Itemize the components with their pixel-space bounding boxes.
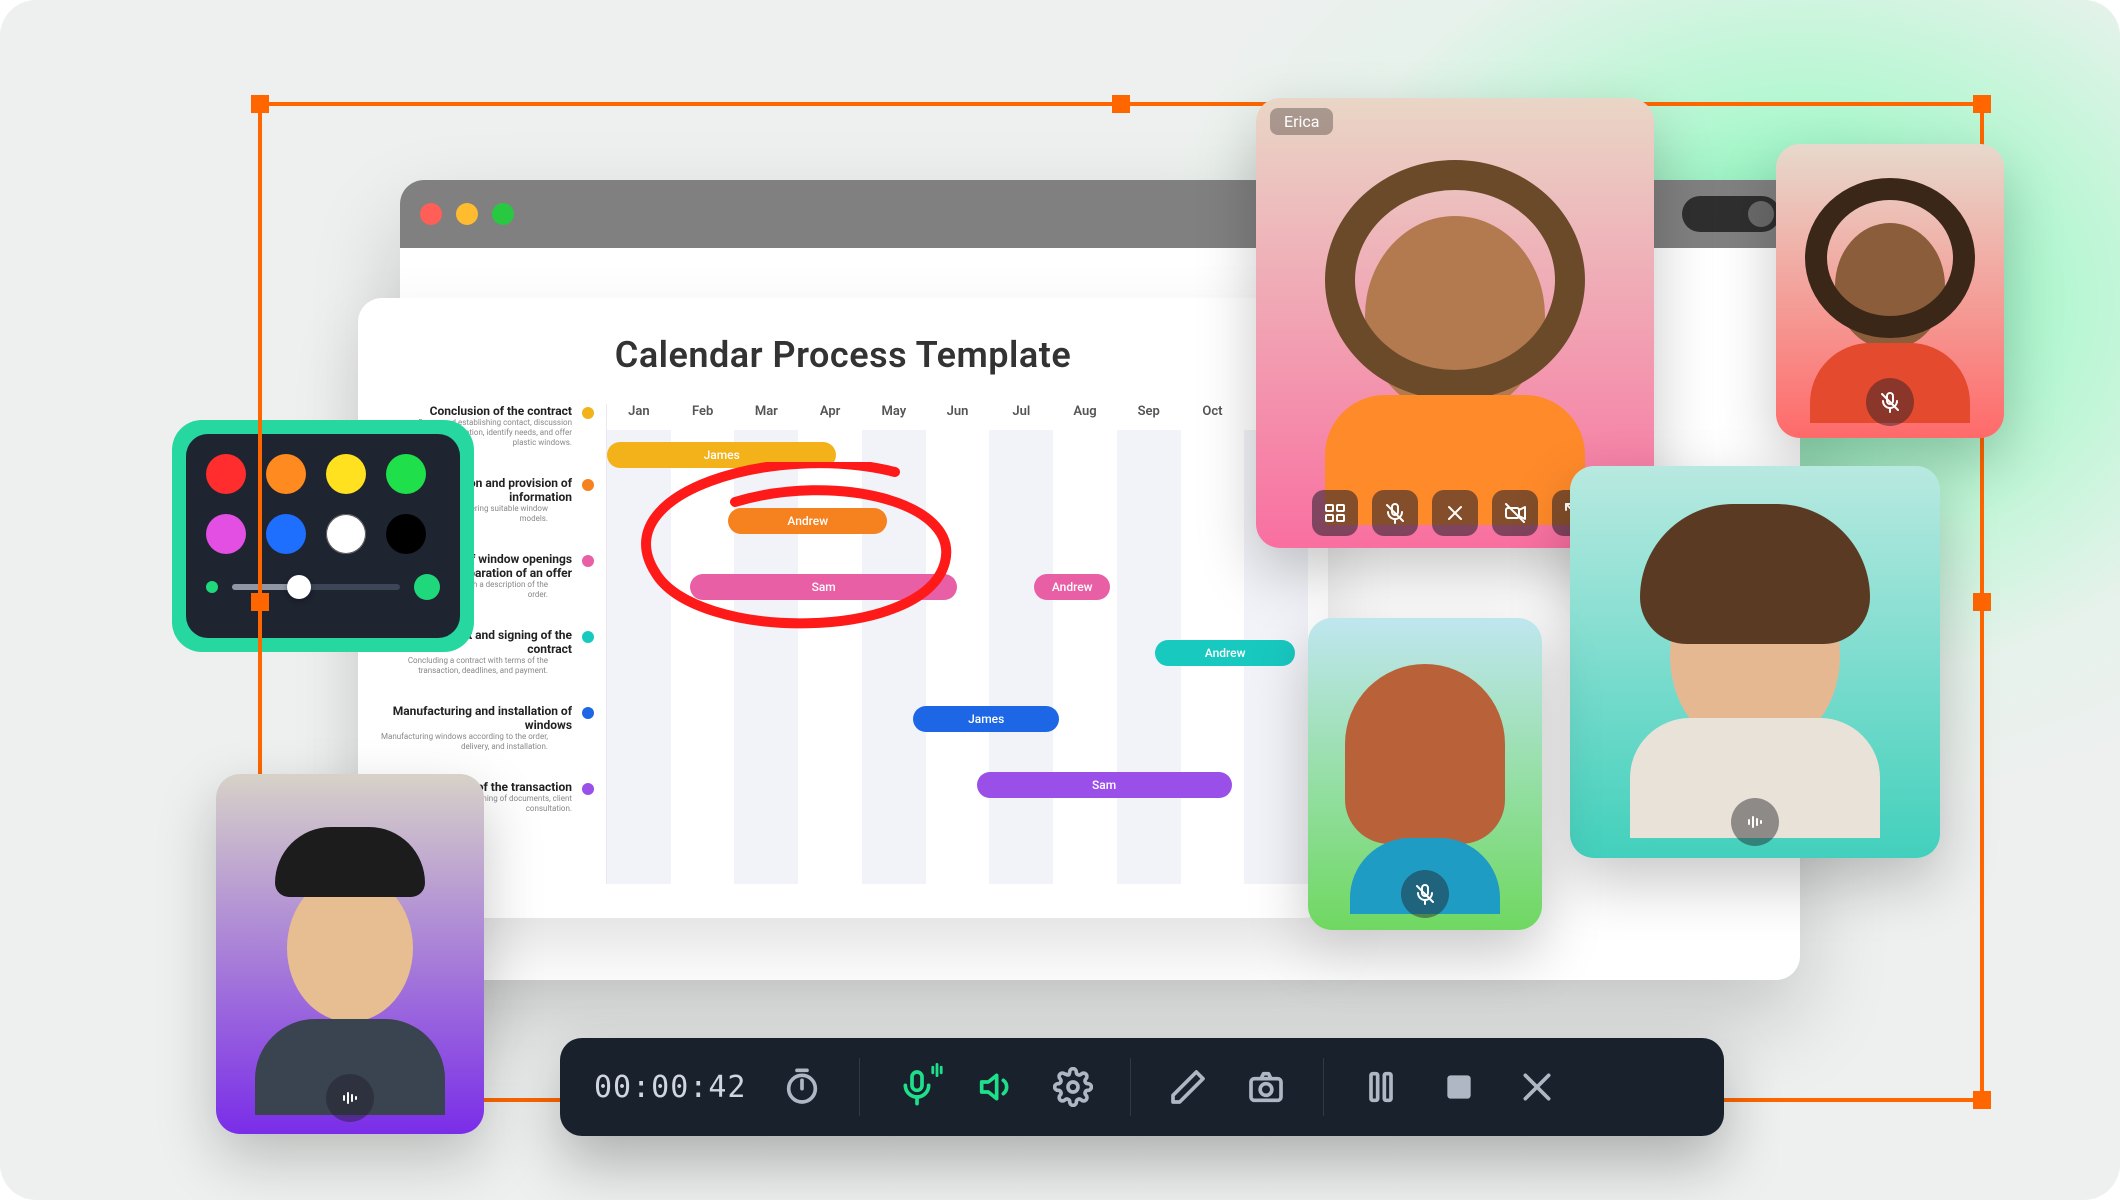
timer-button[interactable]	[779, 1064, 825, 1110]
screenshot-button[interactable]	[1243, 1064, 1289, 1110]
resize-handle-br[interactable]	[1973, 1091, 1991, 1109]
resize-handle-ml[interactable]	[251, 593, 269, 611]
mic-muted-icon[interactable]	[1401, 870, 1449, 918]
speaker-button[interactable]	[972, 1064, 1018, 1110]
resize-handle-tr[interactable]	[1973, 95, 1991, 113]
participant-name-tag: Erica	[1270, 108, 1333, 135]
pause-button[interactable]	[1358, 1064, 1404, 1110]
mute-mic-button[interactable]	[1372, 490, 1418, 536]
resize-handle-tl[interactable]	[251, 95, 269, 113]
participant-tile-2[interactable]	[1776, 144, 2004, 438]
audio-active-icon[interactable]	[1731, 798, 1779, 846]
microphone-button[interactable]	[894, 1064, 940, 1110]
camera-off-button[interactable]	[1492, 490, 1538, 536]
layout-button[interactable]	[1312, 490, 1358, 536]
close-tile-button[interactable]	[1432, 490, 1478, 536]
settings-button[interactable]	[1050, 1064, 1096, 1110]
resize-handle-mr[interactable]	[1973, 593, 1991, 611]
color-swatch[interactable]	[206, 514, 246, 554]
stop-button[interactable]	[1436, 1064, 1482, 1110]
participant-tile-3[interactable]	[1570, 466, 1940, 858]
record-time: 00:00:42	[594, 1070, 747, 1105]
size-small-icon	[206, 581, 218, 593]
audio-active-icon[interactable]	[326, 1074, 374, 1122]
cancel-button[interactable]	[1514, 1064, 1560, 1110]
participant-tile-4[interactable]	[1308, 618, 1542, 930]
color-swatch[interactable]	[206, 454, 246, 494]
resize-handle-tm[interactable]	[1112, 95, 1130, 113]
mic-muted-icon[interactable]	[1866, 378, 1914, 426]
draw-button[interactable]	[1165, 1064, 1211, 1110]
recording-toolbar: 00:00:42	[560, 1038, 1724, 1136]
participant-tile-5[interactable]	[216, 774, 484, 1134]
stage: Calendar Process Template Conclusion of …	[0, 0, 2120, 1200]
